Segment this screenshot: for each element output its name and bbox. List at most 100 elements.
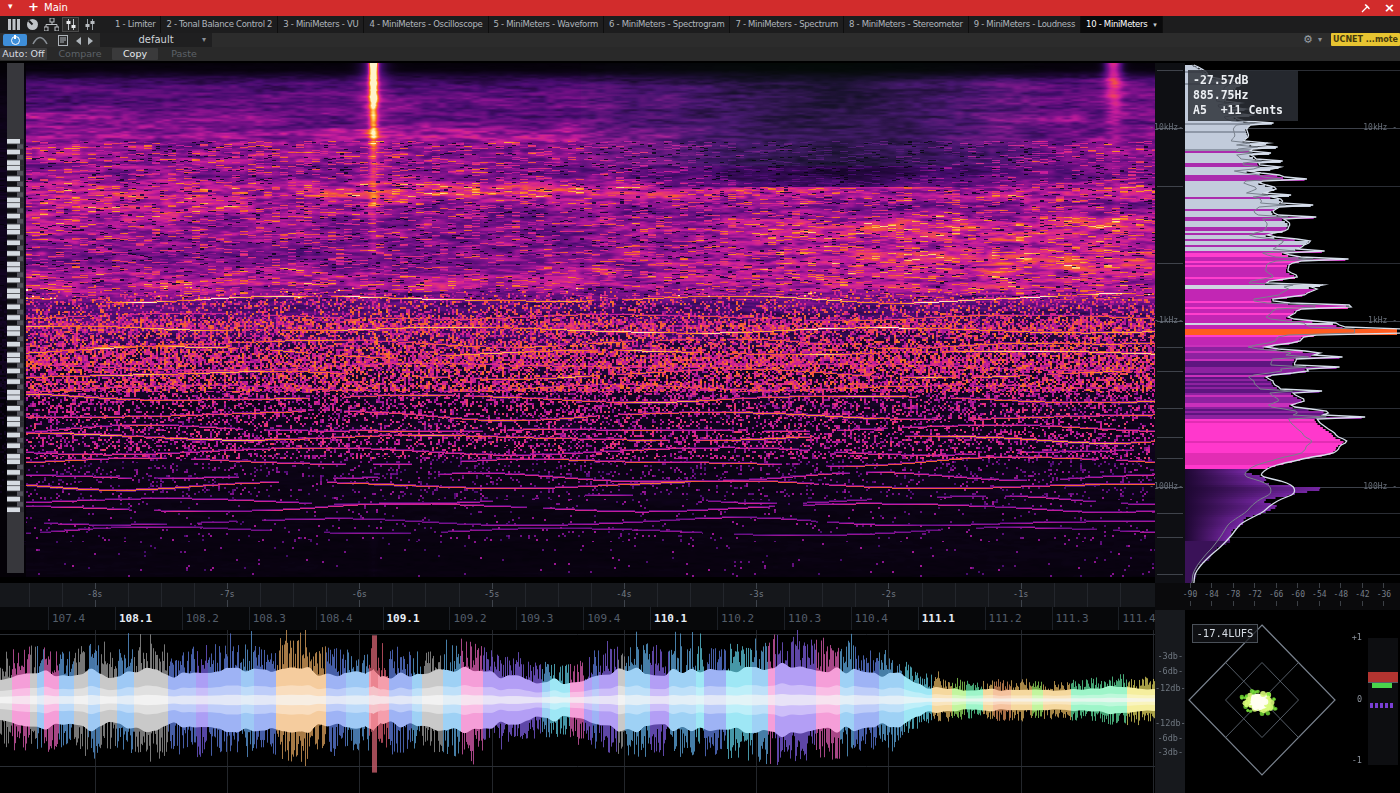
settings-gear-icon[interactable]: ⚙ xyxy=(1303,33,1313,47)
preset-selector[interactable]: default ▾ xyxy=(100,33,212,47)
plugin-header-row: default ▾ ⚙ ▾ UCNET ...mote xyxy=(0,33,1400,47)
bar-separator xyxy=(316,607,317,630)
minor-tick xyxy=(558,583,559,607)
tab-4[interactable]: 4 - MiniMeters - Oscilloscope xyxy=(364,16,488,33)
tab-10[interactable]: 10 - MiniMeters▾ xyxy=(1081,16,1163,33)
preset-name: default xyxy=(138,34,173,45)
wf-db-label: -3db- xyxy=(1155,651,1183,661)
next-preset-icon[interactable] xyxy=(88,37,93,45)
plugin-actions-row: Auto: Off Compare Copy Paste xyxy=(0,47,1400,61)
settings-caret-icon[interactable]: ▾ xyxy=(1318,33,1322,47)
minor-tick xyxy=(657,583,658,607)
minor-tick xyxy=(789,583,790,607)
freq-label-right: 10kHz - xyxy=(1357,123,1397,132)
preset-file-icon[interactable] xyxy=(58,35,68,46)
minimeters-display: -27.57dB 885.75Hz A5 +11 Cents -10kHz- -1… xyxy=(0,61,1400,793)
wf-db-label: -12db- xyxy=(1155,718,1183,728)
minor-tick xyxy=(293,583,294,607)
minor-tick xyxy=(723,583,724,607)
corr-axis-label: -1 xyxy=(1348,755,1362,765)
readout-freq: 885.75Hz xyxy=(1193,88,1293,103)
bar-separator xyxy=(249,607,250,630)
meter-red-mark xyxy=(1368,672,1398,682)
meter-green-mark xyxy=(1372,683,1392,688)
minor-tick xyxy=(194,583,195,607)
close-icon[interactable]: × xyxy=(1384,0,1395,15)
tab-1[interactable]: 1 - Limiter xyxy=(110,16,161,33)
sends-icon[interactable] xyxy=(82,18,97,31)
freq-label-left: -100Hz- xyxy=(1139,482,1183,491)
tab-3[interactable]: 3 - MiniMeters - VU xyxy=(278,16,364,33)
bar-number: 108.1 xyxy=(119,612,152,625)
bar-number: 108.4 xyxy=(320,612,353,625)
tab-9[interactable]: 9 - MiniMeters - Loudness xyxy=(969,16,1081,33)
bar-separator xyxy=(583,607,584,630)
window-menu-icon[interactable]: ▾ xyxy=(8,1,13,11)
wf-db-label: -6db- xyxy=(1155,666,1183,676)
minor-tick xyxy=(525,583,526,607)
minor-tick xyxy=(128,583,129,607)
bar-number: 110.1 xyxy=(654,612,687,625)
bar-number: 110.2 xyxy=(721,612,754,625)
corr-axis-label: +1 xyxy=(1348,632,1362,642)
tab-caret-icon: ▾ xyxy=(1153,21,1156,29)
bar-separator xyxy=(784,607,785,630)
tab-2[interactable]: 2 - Tonal Balance Control 2 xyxy=(161,16,278,33)
wf-db-label: -6db- xyxy=(1155,733,1183,743)
waveform-canvas xyxy=(0,630,1155,793)
auto-button[interactable]: Auto: Off xyxy=(0,48,47,60)
corr-axis-label: 0 xyxy=(1348,694,1362,704)
ucnet-remote-badge[interactable]: UCNET ...mote xyxy=(1331,33,1400,46)
prev-preset-icon[interactable] xyxy=(76,37,81,45)
copy-button[interactable]: Copy xyxy=(112,48,158,60)
minor-tick xyxy=(62,583,63,607)
plugin-power-button[interactable] xyxy=(3,34,27,46)
minor-tick xyxy=(161,583,162,607)
minor-tick xyxy=(690,583,691,607)
loudness-meter-bar xyxy=(1368,638,1398,765)
inserts-icon[interactable] xyxy=(6,18,21,31)
mixer-faders-icon[interactable] xyxy=(63,18,78,31)
routing-icon[interactable] xyxy=(44,18,59,31)
tab-7[interactable]: 7 - MiniMeters - Spectrum xyxy=(730,16,844,33)
minor-tick xyxy=(855,583,856,607)
preset-caret-icon: ▾ xyxy=(202,33,206,47)
pan-knob-icon[interactable] xyxy=(25,18,40,31)
spectrum-db-scale: -90-84-78-72-66-60-54-48-42-36 xyxy=(1155,583,1400,610)
waveform-db-labels: -3db--6db--12db--12db--6db--3db- xyxy=(1155,610,1185,793)
daw-plugin-window: ▾ + Main × 1 - Limiter2 - Tonal Balance … xyxy=(0,0,1400,793)
tab-8[interactable]: 8 - MiniMeters - Stereometer xyxy=(844,16,969,33)
minor-tick xyxy=(260,583,261,607)
compare-button[interactable]: Compare xyxy=(50,48,110,60)
channel-toolbar-icons xyxy=(0,16,97,33)
wf-db-label: -12db- xyxy=(1155,683,1183,693)
tab-6[interactable]: 6 - MiniMeters - Spectrogram xyxy=(604,16,730,33)
minor-tick xyxy=(392,583,393,607)
bypass-curve-icon[interactable] xyxy=(32,35,48,45)
spectrogram-canvas xyxy=(0,63,1155,577)
bar-number: 108.2 xyxy=(186,612,219,625)
tab-5[interactable]: 5 - MiniMeters - Waveform xyxy=(489,16,605,33)
bar-separator xyxy=(48,607,49,630)
bar-separator xyxy=(918,607,919,630)
time-label: -1s xyxy=(1001,589,1041,600)
add-tab-icon[interactable]: + xyxy=(28,0,39,14)
bar-separator xyxy=(182,607,183,630)
paste-button[interactable]: Paste xyxy=(160,48,208,60)
bar-number: 108.3 xyxy=(253,612,286,625)
freq-label-right: 100Hz - xyxy=(1357,482,1397,491)
window-title: Main xyxy=(44,2,68,13)
pin-icon[interactable] xyxy=(1360,2,1372,14)
lufs-readout: -17.4LUFS xyxy=(1192,624,1258,643)
bar-number: 111.3 xyxy=(1056,612,1089,625)
minor-tick xyxy=(1054,583,1055,607)
bar-separator xyxy=(383,607,384,630)
time-label: -5s xyxy=(472,589,512,600)
bar-separator xyxy=(851,607,852,630)
bar-number: 111.2 xyxy=(989,612,1022,625)
bar-separator xyxy=(717,607,718,630)
minor-tick xyxy=(1120,583,1121,607)
bar-separator xyxy=(1118,607,1119,630)
freq-label-left: -10kHz- xyxy=(1139,123,1183,132)
spectrum-readout: -27.57dB 885.75Hz A5 +11 Cents xyxy=(1188,70,1298,121)
